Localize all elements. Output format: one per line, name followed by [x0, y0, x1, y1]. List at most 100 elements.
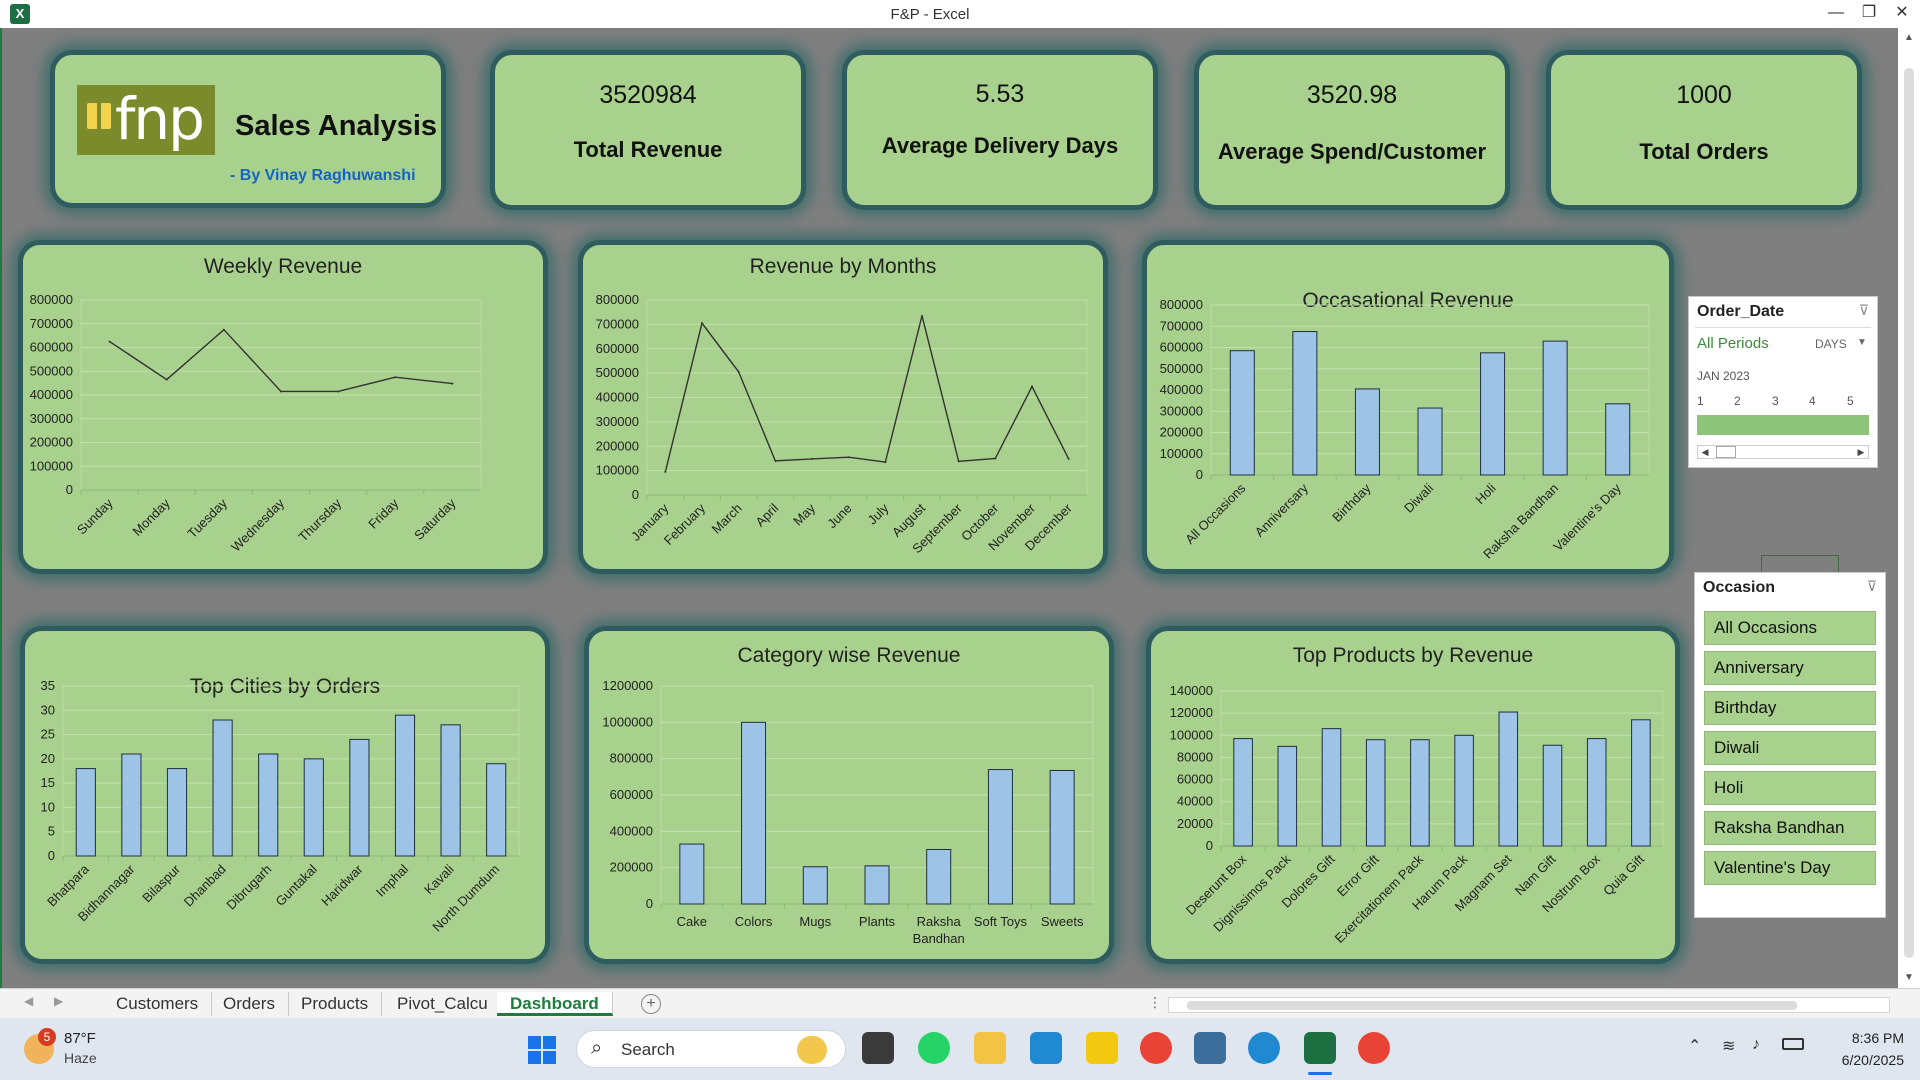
whatsapp-icon[interactable]: [918, 1032, 950, 1064]
top-cities-chart[interactable]: Top Cities by Orders 35 30 25 20 15 10 5 0 Bhatp…: [20, 626, 550, 964]
y-tick-label: 800000: [610, 751, 653, 766]
excel-taskbar-icon[interactable]: [1304, 1032, 1336, 1064]
volume-icon[interactable]: ♪: [1752, 1036, 1760, 1054]
slicer-item-raksha-bandhan[interactable]: Raksha Bandhan: [1704, 811, 1876, 845]
scroll-down-icon[interactable]: ▼: [1903, 972, 1915, 983]
postgres-icon[interactable]: [1194, 1032, 1226, 1064]
bar: [486, 763, 507, 857]
kpi-total-orders: 1000 Total Orders: [1546, 50, 1862, 210]
wifi-icon[interactable]: ≋: [1722, 1036, 1735, 1056]
bar: [802, 866, 828, 905]
x-tick-label: Raksha Bandhan: [913, 914, 965, 946]
y-tick-label: 80000: [1177, 749, 1213, 764]
chevron-left-icon[interactable]: ◀: [24, 994, 33, 1008]
y-tick-label: 60000: [1177, 772, 1213, 787]
tab-products[interactable]: Products: [288, 992, 383, 1016]
timeline-scrollbar[interactable]: ◀ ▶: [1697, 445, 1869, 459]
horizontal-scrollbar[interactable]: [1168, 997, 1890, 1013]
scroll-up-icon[interactable]: ▲: [1903, 32, 1915, 43]
occasion-slicer[interactable]: Occasion ⊽ All Occasions Anniversary Bir…: [1694, 572, 1886, 918]
time-unit-dropdown[interactable]: DAYS: [1815, 337, 1847, 351]
line-point: [774, 459, 777, 462]
windows-start-icon[interactable]: [528, 1036, 556, 1064]
bar: [1354, 388, 1380, 476]
tab-pivot-calcu[interactable]: Pivot_Calcu: [384, 992, 502, 1016]
y-tick-label: 700000: [596, 316, 639, 331]
close-button[interactable]: ✕: [1889, 2, 1915, 24]
top-products-chart[interactable]: Top Products by Revenue 140000 120000 1000…: [1146, 626, 1680, 964]
edge-icon[interactable]: [1248, 1032, 1280, 1064]
chart-plot: 800000 700000 600000 500000 400000 300000 2000…: [596, 292, 1088, 556]
slicer-item-birthday[interactable]: Birthday: [1704, 691, 1876, 725]
y-tick-label: 100000: [1160, 446, 1203, 461]
kpi-label: Average Delivery Days: [881, 133, 1119, 158]
y-tick-label: 500000: [596, 365, 639, 380]
chevron-right-icon[interactable]: ▶: [54, 994, 63, 1008]
bar: [1454, 734, 1474, 847]
add-sheet-icon[interactable]: +: [641, 994, 661, 1014]
x-tick-label: Dignissimos Pack: [1210, 851, 1293, 934]
y-tick-label: 600000: [30, 340, 73, 355]
power-bi-icon[interactable]: [1086, 1032, 1118, 1064]
chart-plot: 800000 700000 600000 500000 400000 300000 2000…: [1160, 297, 1650, 562]
weather-temperature[interactable]: 87°F: [64, 1030, 96, 1047]
bar: [212, 719, 233, 857]
taskbar-time[interactable]: 8:36 PM: [1810, 1030, 1904, 1046]
vertical-scrollbar[interactable]: ▲ ▼: [1898, 28, 1920, 988]
slicer-item-holi[interactable]: Holi: [1704, 771, 1876, 805]
y-tick-label: 700000: [30, 316, 73, 331]
scroll-thumb[interactable]: [1904, 68, 1914, 958]
minimize-button[interactable]: —: [1823, 2, 1849, 24]
occasional-revenue-chart[interactable]: Occasational Revenue 800000 700000 600000 5…: [1142, 240, 1674, 574]
period-label[interactable]: All Periods: [1697, 335, 1769, 352]
clear-filter-icon[interactable]: ⊽: [1859, 302, 1869, 319]
x-tick-label: Sunday: [74, 495, 116, 537]
scroll-thumb[interactable]: [1716, 446, 1736, 458]
chevron-down-icon[interactable]: ▼: [1857, 337, 1867, 348]
task-view-icon[interactable]: [862, 1032, 894, 1064]
scroll-thumb[interactable]: [1187, 1001, 1797, 1010]
y-tick-label: 800000: [596, 292, 639, 307]
taskbar-search[interactable]: ⌕ Search: [576, 1030, 846, 1068]
gift-icon: [87, 103, 111, 129]
x-tick-label: Colors: [735, 914, 773, 929]
bar: [121, 753, 142, 857]
y-tick-label: 0: [1196, 467, 1203, 482]
y-tick-label: 300000: [1160, 403, 1203, 418]
weekly-revenue-chart[interactable]: Weekly Revenue 800000 700000 600000 500000 4…: [18, 240, 548, 574]
chevron-up-icon[interactable]: ⌃: [1688, 1036, 1701, 1056]
taskbar-date[interactable]: 6/20/2025: [1810, 1052, 1904, 1068]
category-revenue-chart[interactable]: Category wise Revenue 1200000 1000000 8000…: [584, 626, 1114, 964]
kpi-avg-delivery: 5.53 Average Delivery Days: [842, 50, 1158, 210]
more-options-icon[interactable]: ⋮: [1148, 994, 1162, 1011]
slicer-item-diwali[interactable]: Diwali: [1704, 731, 1876, 765]
x-tick-label: Thursday: [295, 495, 344, 544]
window-title: F&P - Excel: [890, 6, 970, 23]
order-date-slicer[interactable]: Order_Date ⊽ All Periods DAYS ▼ JAN 2023…: [1688, 296, 1878, 468]
file-explorer-icon[interactable]: [974, 1032, 1006, 1064]
restore-button[interactable]: ❐: [1856, 2, 1882, 24]
chrome-profile-icon[interactable]: [1358, 1032, 1390, 1064]
battery-icon[interactable]: [1782, 1038, 1804, 1050]
line-point: [737, 370, 740, 373]
slicer-item-valentines-day[interactable]: Valentine's Day: [1704, 851, 1876, 885]
chevron-right-icon[interactable]: ▶: [1854, 445, 1868, 459]
revenue-by-months-chart[interactable]: Revenue by Months 800000 700000 600000 5000…: [578, 240, 1108, 574]
line-point: [337, 390, 340, 393]
slicer-item-all-occasions[interactable]: All Occasions: [1704, 611, 1876, 645]
tab-dashboard[interactable]: Dashboard: [497, 992, 613, 1016]
sheet-tab-bar: ◀ ▶ Customers Orders Products Pivot_Calc…: [0, 988, 1920, 1018]
y-tick-label: 35: [41, 678, 55, 693]
chevron-left-icon[interactable]: ◀: [1698, 445, 1712, 459]
slicer-item-anniversary[interactable]: Anniversary: [1704, 651, 1876, 685]
tab-orders[interactable]: Orders: [210, 992, 289, 1016]
y-tick-label: 200000: [30, 435, 73, 450]
vscode-icon[interactable]: [1030, 1032, 1062, 1064]
timeline-selection-bar[interactable]: [1697, 415, 1869, 435]
weather-description[interactable]: Haze: [64, 1050, 97, 1066]
tab-customers[interactable]: Customers: [103, 992, 213, 1016]
clear-filter-icon[interactable]: ⊽: [1867, 578, 1877, 595]
y-tick-label: 15: [41, 775, 55, 790]
chrome-icon[interactable]: [1140, 1032, 1172, 1064]
x-tick-label: Dhanbad: [181, 862, 229, 910]
